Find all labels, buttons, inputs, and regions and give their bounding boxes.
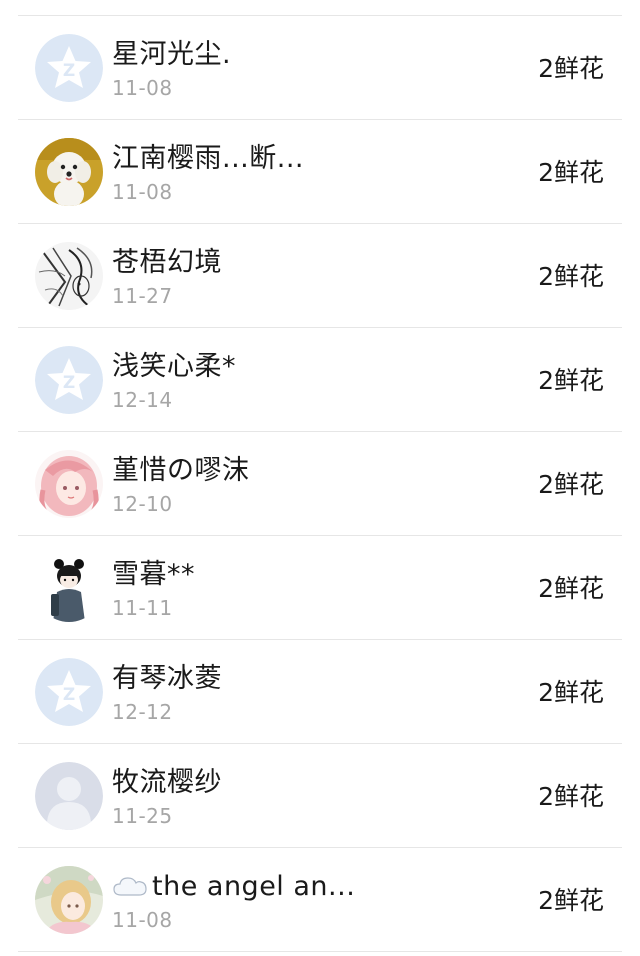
list-item[interactable]: Z 浅笑心柔* 12-14 2鲜花 — [18, 328, 622, 432]
svg-text:Z: Z — [63, 373, 75, 393]
svg-text:Z: Z — [63, 685, 75, 705]
qzone-star-icon[interactable]: Z — [35, 34, 103, 102]
gift-count: 2鲜花 — [538, 158, 604, 187]
list-item[interactable]: 江南樱雨...断... 11-08 2鲜花 — [18, 120, 622, 224]
sketch-portrait-avatar[interactable] — [35, 242, 103, 310]
user-name-text: the angel an... — [152, 871, 356, 902]
default-person-icon[interactable] — [35, 762, 103, 830]
date-label: 11-08 — [112, 908, 173, 932]
gift-count: 2鲜花 — [538, 366, 604, 395]
list-item[interactable]: Z 有琴冰菱 12-12 2鲜花 — [18, 640, 622, 744]
gift-count: 2鲜花 — [538, 262, 604, 291]
anime-girl-avatar[interactable] — [35, 866, 103, 934]
cloud-icon — [112, 872, 148, 906]
gift-count: 2鲜花 — [538, 54, 604, 83]
gift-count: 2鲜花 — [538, 782, 604, 811]
svg-text:Z: Z — [63, 61, 75, 81]
user-name: 堇惜の嘐沫 — [112, 455, 250, 486]
gift-count: 2鲜花 — [538, 678, 604, 707]
user-name: 江南樱雨...断... — [112, 143, 304, 174]
pink-hair-girl-avatar[interactable] — [35, 450, 103, 518]
gift-count: 2鲜花 — [538, 470, 604, 499]
list-item[interactable]: Z 星河光尘. 11-08 2鲜花 — [18, 16, 622, 120]
date-label: 11-08 — [112, 180, 173, 204]
list-item[interactable]: 牧流樱纱 11-25 2鲜花 — [18, 744, 622, 848]
user-name: 雪暮** — [112, 559, 195, 590]
qzone-star-icon[interactable]: Z — [35, 658, 103, 726]
gift-count: 2鲜花 — [538, 886, 604, 915]
list-item[interactable]: 雪暮** 11-11 2鲜花 — [18, 536, 622, 640]
list-item[interactable]: the angel an... 11-08 2鲜花 — [18, 848, 622, 952]
date-label: 12-12 — [112, 700, 173, 724]
date-label: 11-11 — [112, 596, 173, 620]
date-label: 11-27 — [112, 284, 173, 308]
date-label: 11-08 — [112, 76, 173, 100]
date-label: 12-10 — [112, 492, 173, 516]
list-item[interactable]: 堇惜の嘐沫 12-10 2鲜花 — [18, 432, 622, 536]
user-name: 苍梧幻境 — [112, 247, 222, 278]
qzone-star-icon[interactable]: Z — [35, 346, 103, 414]
dog-photo-avatar[interactable] — [35, 138, 103, 206]
list-item[interactable]: 苍梧幻境 11-27 2鲜花 — [18, 224, 622, 328]
cartoon-girl-avatar[interactable] — [35, 554, 103, 622]
date-label: 12-14 — [112, 388, 173, 412]
date-label: 11-25 — [112, 804, 173, 828]
user-name: 星河光尘. — [112, 39, 232, 70]
user-name: 有琴冰菱 — [112, 663, 222, 694]
user-name: 牧流樱纱 — [112, 767, 222, 798]
user-name: 浅笑心柔* — [112, 351, 236, 382]
user-name: the angel an... — [112, 870, 355, 906]
gift-giver-list: Z 星河光尘. 11-08 2鲜花 江南樱雨...断... 11-08 2鲜花 — [0, 0, 640, 956]
gift-count: 2鲜花 — [538, 574, 604, 603]
